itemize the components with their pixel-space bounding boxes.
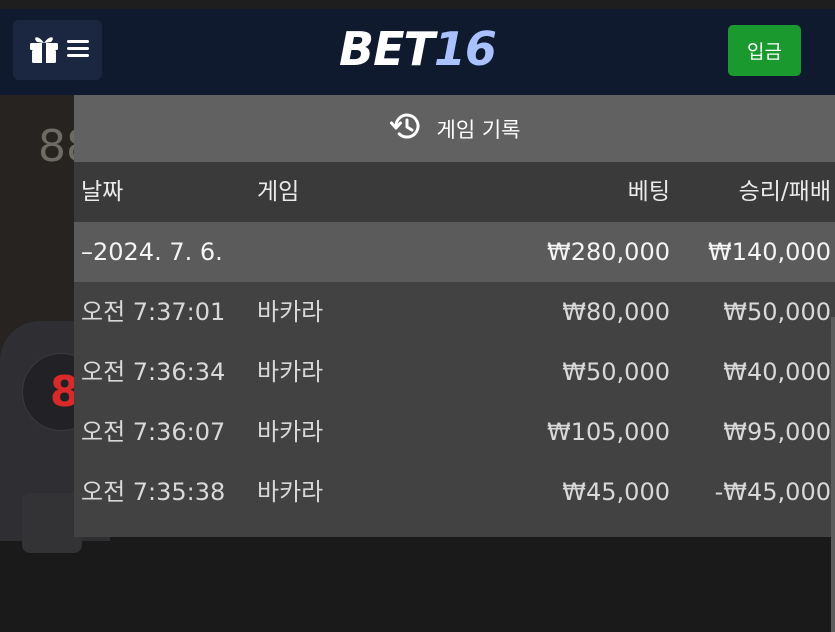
row-bet: ₩45,000 [562, 478, 670, 506]
column-result[interactable]: 승리/패배 [739, 162, 831, 222]
deposit-button[interactable]: 입금 [728, 25, 801, 76]
table-header: 날짜 게임 베팅 승리/패배 [74, 162, 835, 222]
row-result: -₩45,000 [714, 478, 831, 506]
row-bet: ₩105,000 [547, 418, 670, 446]
row-bet: ₩50,000 [562, 358, 670, 386]
table-row[interactable]: 오전 7:36:34 바카라 ₩50,000 ₩40,000 [74, 342, 835, 402]
row-time: 오전 7:35:38 [81, 478, 226, 506]
column-date[interactable]: 날짜 [81, 162, 123, 222]
brand-logo[interactable]: BET16 [0, 22, 835, 76]
row-time: 오전 7:37:01 [81, 298, 226, 326]
status-strip [0, 0, 835, 9]
top-bar: BET16 입금 [0, 0, 835, 95]
row-time: 오전 7:36:34 [81, 358, 226, 386]
row-game: 바카라 [257, 418, 324, 446]
column-game[interactable]: 게임 [257, 162, 299, 222]
row-time: 오전 7:36:07 [81, 418, 226, 446]
row-bet: ₩80,000 [562, 298, 670, 326]
group-result-total: ₩140,000 [708, 238, 831, 266]
panel-title: 게임 기록 [436, 117, 521, 142]
row-game: 바카라 [257, 478, 324, 506]
logo-text: BET [339, 22, 435, 76]
table-row[interactable]: 오전 7:36:07 바카라 ₩105,000 ₩95,000 [74, 402, 835, 462]
row-game: 바카라 [257, 298, 324, 326]
panel-header: 게임 기록 [74, 95, 835, 162]
group-date: –2024. 7. 6. [81, 238, 223, 266]
table-row[interactable]: 오전 7:37:01 바카라 ₩80,000 ₩50,000 [74, 282, 835, 342]
group-bet-total: ₩280,000 [547, 238, 670, 266]
row-result: ₩40,000 [723, 358, 831, 386]
background-game-view: 88 8 [0, 95, 110, 553]
game-history-panel: 게임 기록 날짜 게임 베팅 승리/패배 –2024. 7. 6. ₩280,0… [74, 95, 835, 632]
row-game: 바카라 [257, 358, 324, 386]
history-icon [389, 109, 423, 148]
date-group-row[interactable]: –2024. 7. 6. ₩280,000 ₩140,000 [74, 222, 835, 282]
logo-number: 16 [433, 22, 497, 76]
row-result: ₩95,000 [723, 418, 831, 446]
column-bet[interactable]: 베팅 [628, 162, 670, 222]
background-card [22, 493, 82, 553]
table-row[interactable]: 오전 7:35:38 바카라 ₩45,000 -₩45,000 [74, 462, 835, 522]
scrollbar[interactable] [831, 317, 835, 632]
row-result: ₩50,000 [723, 298, 831, 326]
